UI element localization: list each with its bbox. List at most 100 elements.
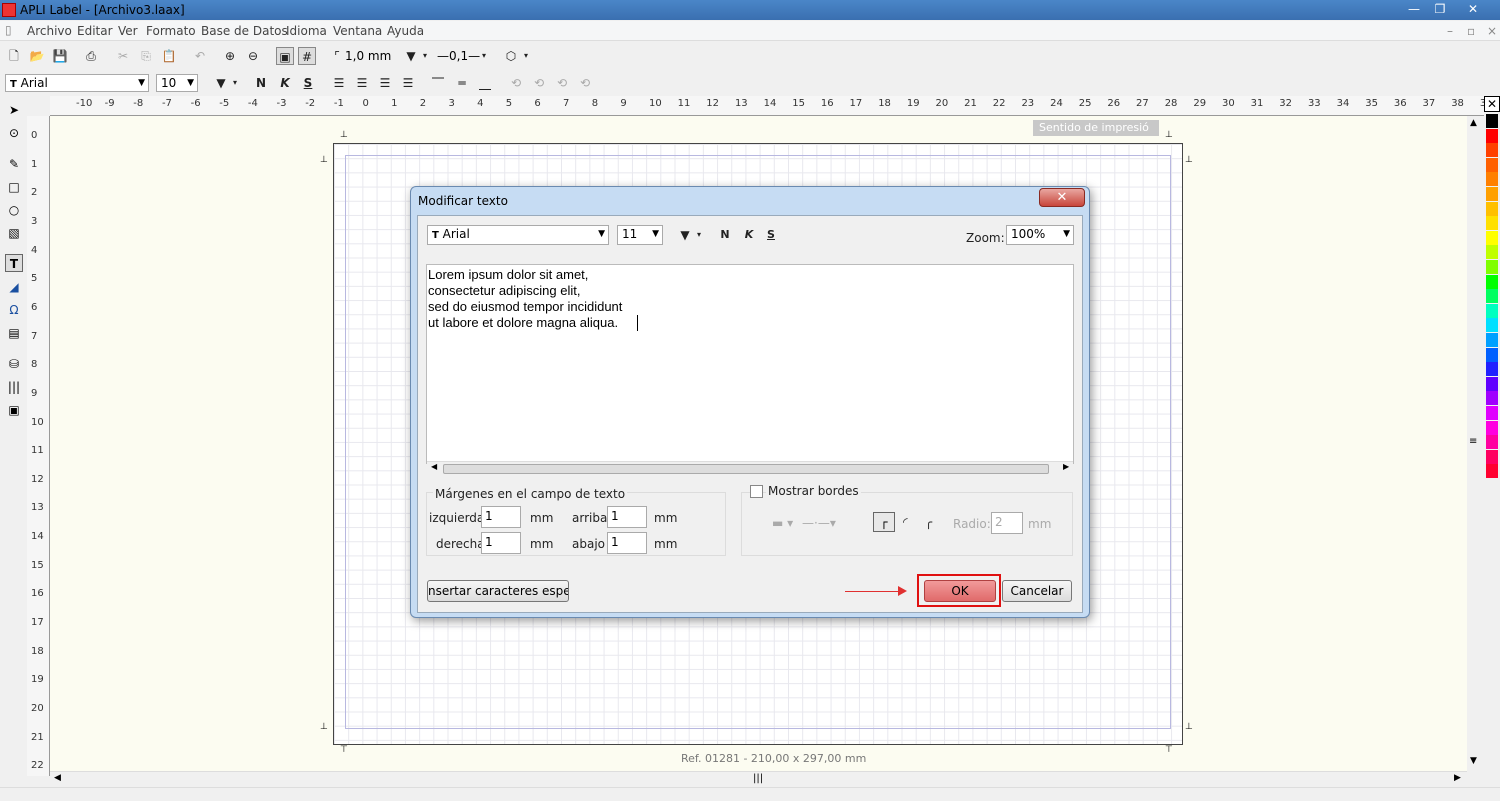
zoom-in-icon[interactable]: ⊕	[221, 47, 239, 65]
corner-marker-icon[interactable]: ⊥	[340, 130, 348, 140]
editor-hscrollbar[interactable]: ◀ ▶	[427, 461, 1073, 475]
dialog-underline-icon[interactable]: S	[762, 226, 780, 244]
text-editor[interactable]: Lorem ipsum dolor sit amet, consectetur …	[426, 264, 1074, 475]
color-swatch[interactable]	[1486, 172, 1498, 187]
scroll-right-icon[interactable]: ▶	[1454, 773, 1461, 783]
radius-input[interactable]: 2	[991, 512, 1023, 534]
line-style-value[interactable]: —0,1—	[437, 49, 480, 63]
new-icon[interactable]: 🗋	[5, 47, 23, 65]
color-swatch[interactable]	[1486, 420, 1498, 435]
image-icon[interactable]: ▧	[5, 224, 23, 242]
mdi-restore-icon[interactable]: ▫	[1467, 24, 1475, 38]
italic-icon[interactable]: K	[276, 74, 294, 92]
pointer-icon[interactable]: ➤	[5, 101, 23, 119]
color-swatch[interactable]	[1486, 274, 1498, 289]
line-width-value[interactable]: 1,0 mm	[345, 49, 391, 63]
valign-bottom-icon[interactable]: ⎽	[476, 74, 494, 92]
copy-icon[interactable]: ⎘	[137, 47, 155, 65]
color-swatch[interactable]	[1486, 201, 1498, 216]
color-swatch[interactable]	[1486, 143, 1498, 158]
valign-top-icon[interactable]: ⎺	[429, 74, 447, 92]
color-swatch[interactable]	[1486, 128, 1498, 143]
rotate-90-icon[interactable]: ⟲	[530, 74, 548, 92]
menu-ventana[interactable]: Ventana	[333, 24, 382, 38]
right-margin-input[interactable]: 1	[481, 532, 521, 554]
color-swatch[interactable]	[1486, 333, 1498, 347]
insert-special-chars-button[interactable]: nsertar caracteres especiale	[427, 580, 569, 602]
ok-button[interactable]: OK	[924, 580, 996, 602]
save-icon[interactable]: 💾	[51, 47, 69, 65]
corner-marker-icon[interactable]: ⊥	[1185, 155, 1193, 165]
color-swatch[interactable]	[1486, 245, 1498, 260]
zoom-select[interactable]: 100% ▼	[1006, 225, 1074, 245]
shape-tool-icon[interactable]: ⬡	[502, 47, 520, 65]
undo-icon[interactable]: ↶	[191, 47, 209, 65]
text-color-icon[interactable]: ▼	[212, 74, 230, 92]
barcode-icon[interactable]: |||	[5, 378, 23, 396]
zoom-tool-icon[interactable]: ⊙	[5, 124, 23, 142]
database-icon[interactable]: ⛁	[5, 355, 23, 373]
ellipse-icon[interactable]: ○	[5, 201, 23, 219]
rotate-180-icon[interactable]: ⟲	[553, 74, 571, 92]
color-swatch[interactable]	[1486, 376, 1498, 391]
cancel-button[interactable]: Cancelar	[1002, 580, 1072, 602]
color-swatch[interactable]	[1486, 464, 1498, 479]
align-right-icon[interactable]: ☰	[376, 74, 394, 92]
grid-icon[interactable]: #	[298, 47, 316, 65]
horizontal-scrollbar[interactable]: ◀ ||| ▶	[50, 771, 1467, 787]
justify-icon[interactable]: ☰	[399, 74, 417, 92]
cut-icon[interactable]: ✂	[114, 47, 132, 65]
menu-editar[interactable]: Editar	[77, 24, 113, 38]
scroll-thumb[interactable]: |||	[753, 773, 763, 784]
menu-base-de-datos[interactable]: Base de Datos	[201, 24, 288, 38]
dialog-close-button[interactable]: ✕	[1039, 188, 1085, 207]
mdi-minimize-icon[interactable]: –	[1447, 24, 1453, 38]
chevron-down-icon[interactable]: ▾	[521, 47, 531, 65]
rectangle-icon[interactable]: □	[5, 178, 23, 196]
color-swatch[interactable]	[1486, 157, 1498, 172]
counter-icon[interactable]: ▤	[5, 324, 23, 342]
vertical-scrollbar[interactable]: ▲ ≡ ▼	[1467, 116, 1484, 771]
chevron-down-icon[interactable]: ▾	[479, 47, 489, 65]
corner-marker-icon[interactable]: ⊥	[1165, 130, 1173, 140]
left-margin-input[interactable]: 1	[481, 506, 521, 528]
color-swatch[interactable]	[1486, 449, 1498, 464]
corner-rounded-icon[interactable]: ╭	[925, 515, 932, 529]
dialog-text-color-icon[interactable]: ▼	[676, 226, 694, 244]
bottom-margin-input[interactable]: 1	[607, 532, 647, 554]
scroll-left-icon[interactable]: ◀	[431, 462, 437, 471]
scroll-up-icon[interactable]: ▲	[1470, 118, 1477, 128]
color-swatch[interactable]	[1486, 362, 1498, 377]
font-select[interactable]: T Arial ▼	[5, 74, 149, 92]
scroll-thumb[interactable]: ≡	[1469, 436, 1477, 447]
color-swatch[interactable]	[1486, 318, 1498, 333]
color-swatch[interactable]	[1486, 216, 1498, 231]
menu-archivo[interactable]: Archivo	[27, 24, 72, 38]
color-swatch[interactable]	[1486, 435, 1498, 450]
close-button[interactable]: ✕	[1453, 1, 1493, 18]
line-width-icon[interactable]: ⌜	[331, 47, 343, 65]
color-swatch[interactable]	[1486, 114, 1498, 128]
color-swatch[interactable]	[1486, 391, 1498, 406]
align-left-icon[interactable]: ☰	[330, 74, 348, 92]
corner-marker-icon[interactable]: ⊤	[1165, 745, 1173, 755]
paste-icon[interactable]: 📋	[160, 47, 178, 65]
border-color-icon[interactable]: ▬ ▾	[772, 516, 793, 530]
valign-middle-icon[interactable]: ═	[453, 74, 471, 92]
color-swatch[interactable]	[1486, 347, 1498, 362]
qr-icon[interactable]: ▣	[5, 401, 23, 419]
scroll-left-icon[interactable]: ◀	[54, 773, 61, 783]
corner-square-icon[interactable]: ┌	[873, 512, 895, 532]
fill-color-icon[interactable]: ▼	[402, 47, 420, 65]
corner-marker-icon[interactable]: ⊤	[340, 745, 348, 755]
border-style-icon[interactable]: —·—▾	[802, 516, 836, 530]
doc-icon[interactable]: ▯	[5, 23, 12, 37]
chevron-down-icon[interactable]: ▾	[420, 47, 430, 65]
open-icon[interactable]: 📂	[28, 47, 46, 65]
chevron-down-icon[interactable]: ▾	[694, 226, 704, 244]
rotate-270-icon[interactable]: ⟲	[576, 74, 594, 92]
bold-icon[interactable]: N	[252, 74, 270, 92]
rotate-0-icon[interactable]: ⟲	[507, 74, 525, 92]
show-borders-checkbox[interactable]	[750, 485, 763, 498]
font-size-select[interactable]: 10 ▼	[156, 74, 198, 92]
